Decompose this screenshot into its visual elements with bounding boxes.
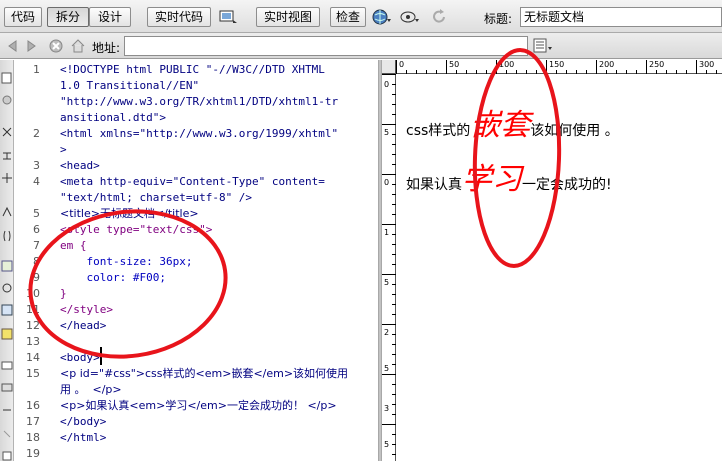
code-line: 10} xyxy=(26,287,67,300)
collapse-tag-icon[interactable] xyxy=(1,126,13,138)
code-line: 14 <body> xyxy=(26,351,100,364)
code-line: 1 <!DOCTYPE html PUBLIC "-//W3C//DTD XHTM… xyxy=(33,63,325,76)
emphasis-text: 嵌套 xyxy=(470,108,531,143)
address-input[interactable] xyxy=(124,36,528,56)
vertical-ruler: 0 5 0 1 5 2 5 3 5 xyxy=(382,74,396,461)
remove-comment-icon[interactable] xyxy=(1,382,13,394)
ruler-label: 300 xyxy=(699,60,715,69)
code-line: 7 em { xyxy=(33,239,87,252)
code-line: 5 <title>无标题文档</title> xyxy=(33,207,199,220)
code-line: 6 <style type="text/css"> xyxy=(33,223,213,236)
paragraph-text: css样式的 xyxy=(406,123,471,139)
multiscreen-icon[interactable] xyxy=(218,8,238,26)
code-line: 2 <html xmlns="http://www.w3.org/1999/xht… xyxy=(33,127,339,140)
paragraph-text: 如果认真 xyxy=(406,177,462,193)
ruler-label: 1 xyxy=(384,228,390,237)
code-line: 12 </head> xyxy=(26,319,107,332)
code-line: 11 </style> xyxy=(26,303,113,316)
visual-aids-icon[interactable] xyxy=(400,8,420,26)
document-toolbar: 代码 拆分 设计 实时代码 实时视图 检查 标题: 无标题文档 xyxy=(0,0,722,33)
code-line: ansitional.dtd"> xyxy=(60,111,166,124)
recent-snippets-icon[interactable] xyxy=(1,428,13,440)
refresh-icon[interactable] xyxy=(430,8,450,26)
ruler-label: 250 xyxy=(649,60,665,69)
design-paragraph-1[interactable]: css样式的嵌套该如何使用 。 xyxy=(406,100,619,144)
ruler-label: 5 xyxy=(384,364,390,373)
code-line: 17 </body> xyxy=(26,415,107,428)
code-line: > xyxy=(60,143,67,156)
move-css-icon[interactable] xyxy=(1,450,13,461)
title-input[interactable]: 无标题文档 xyxy=(520,7,722,27)
title-label: 标题: xyxy=(484,12,513,26)
forward-arrow-icon[interactable] xyxy=(24,38,40,54)
live-code-button[interactable]: 实时代码 xyxy=(147,7,211,27)
stop-icon[interactable] xyxy=(48,38,64,54)
code-line: 1.0 Transitional//EN" xyxy=(60,79,200,92)
coding-toolbar xyxy=(0,60,14,461)
address-bar: 地址: xyxy=(0,33,722,59)
code-line: 13 xyxy=(26,335,40,348)
select-parent-tag-icon[interactable] xyxy=(1,206,13,218)
highlight-invalid-icon[interactable] xyxy=(1,282,13,294)
design-view-button[interactable]: 设计 xyxy=(89,7,131,27)
ruler-label: 0 xyxy=(384,178,390,187)
wrap-tag-icon[interactable] xyxy=(1,404,13,416)
live-view-button[interactable]: 实时视图 xyxy=(256,7,320,27)
menu-list-icon[interactable] xyxy=(533,38,553,54)
code-line: 8 font-size: 36px; xyxy=(33,255,193,268)
ruler-label: 50 xyxy=(449,60,460,69)
code-view[interactable]: 1 <!DOCTYPE html PUBLIC "-//W3C//DTD XHTM… xyxy=(14,60,378,461)
code-line: 18 </html> xyxy=(26,431,107,444)
ruler-label: 5 xyxy=(384,440,390,449)
code-line: "http://www.w3.org/TR/xhtml1/DTD/xhtml1-… xyxy=(60,95,339,108)
open-documents-icon[interactable] xyxy=(1,72,13,84)
code-line: 16 <p>如果认真<em>学习</em>一定会成功的！ </p> xyxy=(26,399,337,412)
home-icon[interactable] xyxy=(70,38,86,54)
collapse-selection-icon[interactable] xyxy=(1,150,13,162)
inspect-button[interactable]: 检查 xyxy=(330,7,366,27)
paragraph-text: 一定会成功的! xyxy=(522,177,612,193)
paragraph-text: 该如何使用 。 xyxy=(530,123,619,139)
code-line: 3 <head> xyxy=(33,159,100,172)
design-paragraph-2[interactable]: 如果认真学习一定会成功的! xyxy=(406,154,612,198)
balance-braces-icon[interactable] xyxy=(1,230,13,242)
back-arrow-icon[interactable] xyxy=(4,38,20,54)
horizontal-ruler: 0 50 100 150 200 250 300 xyxy=(396,60,722,74)
ruler-label: 5 xyxy=(384,128,390,137)
expand-all-icon[interactable] xyxy=(1,172,13,184)
code-view-button[interactable]: 代码 xyxy=(4,7,42,27)
ruler-label: 150 xyxy=(549,60,565,69)
address-label: 地址: xyxy=(92,41,121,55)
ruler-label: 0 xyxy=(399,60,405,69)
line-numbers-icon[interactable] xyxy=(1,260,13,272)
ruler-label: 0 xyxy=(384,80,390,89)
code-line: "text/html; charset=utf-8" /> xyxy=(60,191,253,204)
text-cursor xyxy=(100,347,102,365)
code-line: 15 <p id="#css">css样式的<em>嵌套</em>该如何使用 xyxy=(26,367,349,380)
emphasis-text: 学习 xyxy=(462,162,522,197)
ruler-origin[interactable] xyxy=(382,60,396,74)
syntax-coloring-icon[interactable] xyxy=(1,328,13,340)
code-line: 用 。 </p> xyxy=(60,383,122,396)
code-line: 4 <meta http-equiv="Content-Type" content… xyxy=(33,175,325,188)
apply-comment-icon[interactable] xyxy=(1,360,13,372)
ruler-label: 2 xyxy=(384,328,390,337)
ruler-label: 100 xyxy=(499,60,515,69)
code-line: 9 color: #F00; xyxy=(33,271,166,284)
code-line: 19 xyxy=(26,447,40,460)
ruler-label: 5 xyxy=(384,278,390,287)
word-wrap-icon[interactable] xyxy=(1,304,13,316)
split-view-button[interactable]: 拆分 xyxy=(47,7,89,27)
settings-icon[interactable] xyxy=(1,94,13,106)
globe-preview-icon[interactable] xyxy=(372,8,392,26)
design-view[interactable]: 0 50 100 150 200 250 300 0 5 0 1 5 2 5 3 xyxy=(382,60,722,461)
ruler-label: 3 xyxy=(384,404,390,413)
ruler-label: 200 xyxy=(599,60,615,69)
